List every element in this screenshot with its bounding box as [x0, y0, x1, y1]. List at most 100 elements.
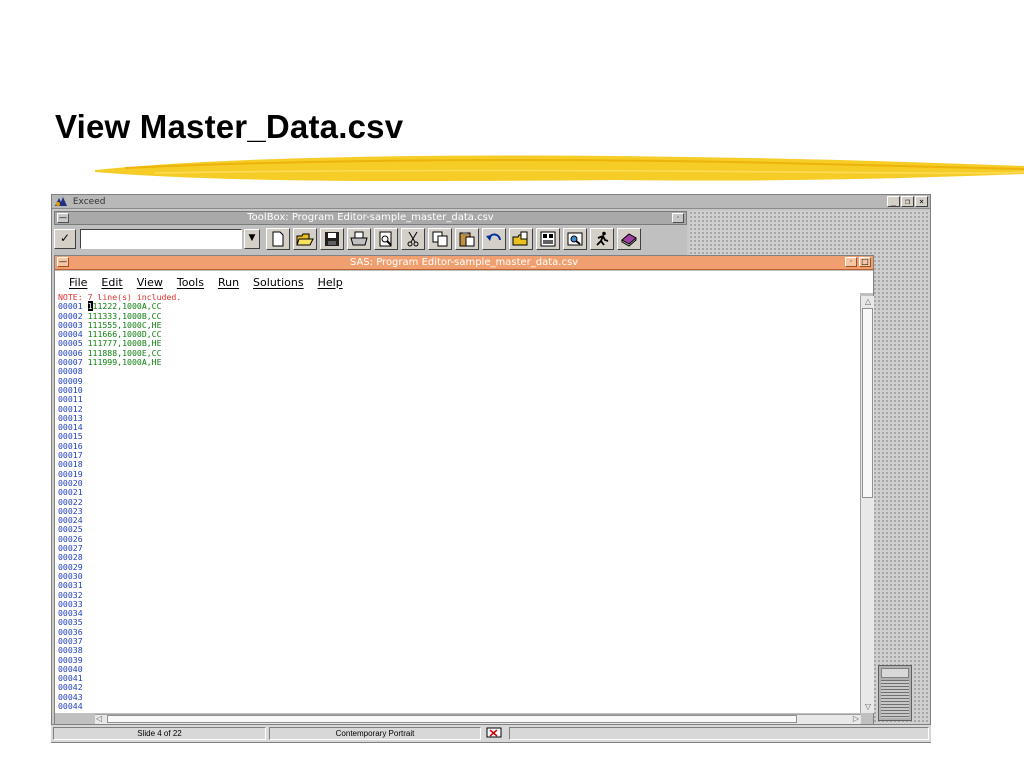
- editor-line: 00024: [58, 515, 860, 525]
- horizontal-scroll-thumb[interactable]: [107, 715, 797, 723]
- paste-button[interactable]: [455, 228, 479, 250]
- editor-line: 00013: [58, 413, 860, 423]
- editor-text-area[interactable]: NOTE: 7 line(s) included. 00001 111222,1…: [55, 293, 860, 713]
- line-number: 00044: [58, 701, 83, 712]
- scroll-left-icon[interactable]: ◁: [96, 714, 102, 723]
- design-name: Contemporary Portrait: [269, 727, 481, 740]
- paste-icon: [459, 232, 475, 247]
- vertical-scroll-thumb[interactable]: [862, 308, 873, 498]
- copy-button[interactable]: [428, 228, 452, 250]
- editor-system-menu-button[interactable]: —: [57, 257, 69, 267]
- editor-line: 00040: [58, 664, 860, 674]
- run-button[interactable]: [590, 228, 614, 250]
- cut-button[interactable]: [401, 228, 425, 250]
- exceed-title: Exceed: [72, 197, 106, 207]
- editor-line: 00007 111999,1000A,HE: [58, 357, 860, 367]
- menu-edit[interactable]: Edit: [101, 276, 122, 289]
- print-preview-button[interactable]: [374, 228, 398, 250]
- open-file-button[interactable]: [509, 228, 533, 250]
- restore-button[interactable]: ❐: [901, 196, 914, 207]
- command-input[interactable]: [80, 229, 242, 249]
- editor-line: 00028: [58, 553, 860, 562]
- find-button[interactable]: [563, 228, 587, 250]
- toolbox-minimize-button[interactable]: ·: [672, 213, 684, 223]
- menu-view[interactable]: View: [137, 276, 163, 289]
- editor-line: 00009: [58, 376, 860, 386]
- editor-line: 00025: [58, 525, 860, 534]
- editor-line: 00021: [58, 488, 860, 497]
- vertical-scrollbar[interactable]: △ ▽: [860, 296, 874, 713]
- scroll-right-icon[interactable]: ▷: [853, 714, 859, 723]
- editor-line: 00031: [58, 581, 860, 590]
- cut-icon: [407, 231, 419, 247]
- save-button[interactable]: [320, 228, 344, 250]
- editor-line: 00044: [58, 701, 860, 712]
- editor-line: 00015: [58, 432, 860, 441]
- editor-line: 00034: [58, 608, 860, 618]
- editor-line: 00003 111555,1000C,HE: [58, 320, 860, 330]
- editor-line: 00029: [58, 562, 860, 572]
- editor-line: 00023: [58, 506, 860, 516]
- spell-check-icon: [486, 727, 502, 738]
- open-button[interactable]: [293, 228, 317, 250]
- open-file-icon: [512, 231, 528, 246]
- editor-line: 00010: [58, 385, 860, 395]
- submit-button[interactable]: [536, 228, 560, 250]
- toolbox-title-bar: — ToolBox: Program Editor-sample_master_…: [54, 211, 687, 225]
- new-button[interactable]: [266, 228, 290, 250]
- slide-title: View Master_Data.csv: [55, 108, 404, 145]
- editor-maximize-button[interactable]: □: [859, 257, 871, 267]
- editor-line: 00006 111888,1000E,CC: [58, 348, 860, 358]
- editor-line: 00042: [58, 683, 860, 692]
- help-button[interactable]: [617, 228, 641, 250]
- editor-title: SAS: Program Editor-sample_master_data.c…: [349, 257, 579, 268]
- command-check-button[interactable]: ✓: [54, 229, 76, 249]
- horizontal-scrollbar[interactable]: ◁ ▷: [95, 714, 861, 724]
- status-empty-cell: [509, 727, 929, 740]
- print-preview-icon: [379, 231, 392, 247]
- scroll-up-icon[interactable]: △: [862, 297, 874, 307]
- exceed-title-bar: Exceed _ ❐ ×: [52, 195, 930, 209]
- print-button[interactable]: [347, 228, 371, 250]
- program-editor-window: — SAS: Program Editor-sample_master_data…: [54, 255, 874, 725]
- editor-line: 00019: [58, 469, 860, 479]
- editor-line: 00016: [58, 441, 860, 451]
- slide-info: Slide 4 of 22: [53, 727, 266, 740]
- copy-icon: [432, 231, 448, 247]
- editor-line: 00008: [58, 367, 860, 376]
- editor-line: 00030: [58, 571, 860, 581]
- editor-line: 00027: [58, 543, 860, 553]
- menu-tools[interactable]: Tools: [177, 276, 204, 289]
- minimize-button[interactable]: _: [887, 196, 900, 207]
- new-icon: [272, 231, 284, 247]
- editor-line: 00022: [58, 497, 860, 507]
- editor-line: 00035: [58, 618, 860, 627]
- menu-run[interactable]: Run: [218, 276, 239, 289]
- close-button[interactable]: ×: [915, 196, 928, 207]
- toolbox-system-menu-button[interactable]: —: [57, 213, 69, 223]
- editor-line: 00011: [58, 395, 860, 404]
- undo-button[interactable]: [482, 228, 506, 250]
- gadget-header: [881, 668, 909, 678]
- editor-minimize-button[interactable]: ·: [845, 257, 857, 267]
- editor-line: 00005 111777,1000B,HE: [58, 339, 860, 348]
- menu-solutions[interactable]: Solutions: [253, 276, 304, 289]
- gadget-grip: [881, 680, 909, 718]
- side-scroll-gadget[interactable]: [878, 665, 912, 721]
- editor-line: 00043: [58, 692, 860, 702]
- menu-file[interactable]: File: [69, 276, 87, 289]
- menu-help[interactable]: Help: [318, 276, 343, 289]
- editor-line: 00026: [58, 534, 860, 544]
- submit-icon: [540, 231, 556, 247]
- scroll-down-icon[interactable]: ▽: [862, 702, 874, 712]
- command-dropdown-button[interactable]: ▼: [244, 229, 260, 249]
- toolbar: [266, 228, 641, 250]
- editor-line: 00037: [58, 636, 860, 646]
- print-icon: [350, 231, 368, 246]
- editor-line: 00001 111222,1000A,CC: [58, 301, 860, 312]
- editor-title-bar: — SAS: Program Editor-sample_master_data…: [55, 256, 873, 270]
- editor-line: 00041: [58, 674, 860, 683]
- editor-line: 00002 111333,1000B,CC: [58, 311, 860, 321]
- note-message: NOTE: 7 line(s) included.: [58, 293, 182, 302]
- exceed-window: Exceed _ ❐ × — ToolBox: Program Editor-s…: [51, 194, 931, 743]
